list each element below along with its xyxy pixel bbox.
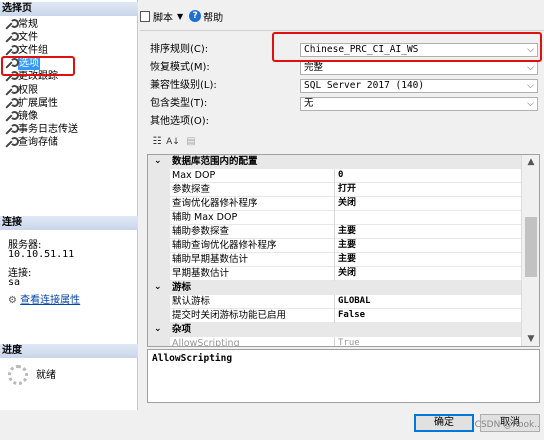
- connection-header: 连接: [0, 216, 138, 230]
- wrench-icon: [4, 32, 19, 43]
- wrench-icon: [4, 98, 19, 109]
- nav-item-permissions[interactable]: 权限: [4, 84, 38, 97]
- containment-type-label: 包含类型(T):: [150, 98, 208, 109]
- property-grid[interactable]: ⌄ 数据库范围内的配置 Max DOP 0 参数探查 打开 查询优化器修补程序 关闭 辅…: [147, 154, 540, 347]
- grid-row[interactable]: 辅助早期基数估计 主要: [148, 253, 521, 267]
- grid-row[interactable]: 辅助查询优化器修补程序 主要: [148, 239, 521, 253]
- progress-status: 就绪: [36, 370, 56, 381]
- wrench-icon: [4, 85, 19, 96]
- grid-row[interactable]: 参数探查 打开: [148, 183, 521, 197]
- chevron-collapse-icon: ⌄: [154, 282, 162, 292]
- nav-item-general[interactable]: 常规: [4, 18, 38, 31]
- property-description: AllowScripting: [147, 349, 540, 403]
- containment-type-select[interactable]: 无 ⌵: [300, 97, 538, 111]
- chevron-down-icon: ▼: [177, 11, 184, 21]
- grid-row[interactable]: 早期基数估计 关闭: [148, 267, 521, 281]
- wrench-icon: [4, 19, 19, 30]
- chevron-down-icon[interactable]: ▼: [522, 332, 539, 346]
- property-pages-icon[interactable]: ▤: [184, 135, 198, 149]
- select-page-header: 选择页: [0, 2, 138, 16]
- grid-row[interactable]: 提交时关闭游标功能已启用 False: [148, 309, 521, 323]
- nav-item-query-store[interactable]: 查询存储: [4, 136, 58, 149]
- scrollbar-thumb[interactable]: [525, 217, 537, 277]
- chevron-down-icon: ⌵: [527, 63, 534, 73]
- categorized-view-icon[interactable]: ☷: [150, 135, 164, 149]
- help-icon: ?: [189, 10, 202, 22]
- chevron-down-icon: ⌵: [527, 81, 534, 91]
- progress-spinner-icon: [8, 365, 28, 385]
- other-options-label: 其他选项(O):: [150, 116, 210, 127]
- server-value: 10.10.51.11: [8, 249, 75, 260]
- highlight-box-options: [1, 56, 75, 76]
- view-connection-row: ⚙ 查看连接属性: [8, 291, 80, 306]
- recovery-model-select[interactable]: 完整 ⌵: [300, 61, 538, 75]
- connection-value: sa: [8, 277, 21, 288]
- grid-row[interactable]: 辅助 Max DOP: [148, 211, 521, 225]
- toolbar-divider: [140, 30, 544, 31]
- chevron-collapse-icon: ⌄: [154, 156, 162, 166]
- highlight-box-collation: [272, 32, 542, 62]
- nav-item-files[interactable]: 文件: [4, 31, 38, 44]
- grid-row[interactable]: 默认游标 GLOBAL: [148, 295, 521, 309]
- grid-row[interactable]: AllowScripting True: [148, 337, 521, 346]
- wrench-icon: [4, 45, 19, 56]
- sort-alphabetical-icon[interactable]: A↓: [166, 135, 180, 149]
- view-connection-properties-link[interactable]: 查看连接属性: [20, 295, 80, 306]
- script-icon: [140, 10, 150, 22]
- recovery-model-label: 恢复模式(M):: [150, 62, 210, 73]
- ok-button[interactable]: 确定: [414, 414, 474, 432]
- toolbar: 脚本 ▼ ? 帮助: [140, 8, 229, 24]
- chevron-down-icon: ⌵: [527, 99, 534, 109]
- nav-item-extended-properties[interactable]: 扩展属性: [4, 97, 58, 110]
- category-cursor[interactable]: ⌄ 游标: [148, 281, 521, 295]
- wrench-icon: [4, 111, 19, 122]
- nav-item-log-shipping[interactable]: 事务日志传送: [4, 123, 78, 136]
- compatibility-level-label: 兼容性级别(L):: [150, 80, 217, 91]
- collation-label: 排序规则(C):: [150, 44, 209, 55]
- watermark: CSDN @Rook..: [474, 420, 540, 430]
- category-db-scoped[interactable]: ⌄ 数据库范围内的配置: [148, 155, 521, 169]
- connection-properties-icon: ⚙: [8, 295, 17, 306]
- script-button[interactable]: 脚本 ▼: [140, 9, 183, 24]
- grid-row[interactable]: 查询优化器修补程序 关闭: [148, 197, 521, 211]
- chevron-collapse-icon: ⌄: [154, 324, 162, 334]
- wrench-icon: [4, 124, 19, 135]
- category-misc[interactable]: ⌄ 杂项: [148, 323, 521, 337]
- grid-row[interactable]: 辅助参数探查 主要: [148, 225, 521, 239]
- progress-header: 进度: [0, 344, 138, 358]
- help-button[interactable]: ? 帮助: [189, 9, 223, 24]
- compatibility-level-select[interactable]: SQL Server 2017 (140) ⌵: [300, 79, 538, 93]
- chevron-up-icon[interactable]: ▲: [522, 155, 539, 169]
- nav-item-mirroring[interactable]: 镜像: [4, 110, 38, 123]
- grid-scrollbar[interactable]: ▲ ▼: [521, 155, 539, 346]
- wrench-icon: [4, 137, 19, 148]
- grid-row[interactable]: Max DOP 0: [148, 169, 521, 183]
